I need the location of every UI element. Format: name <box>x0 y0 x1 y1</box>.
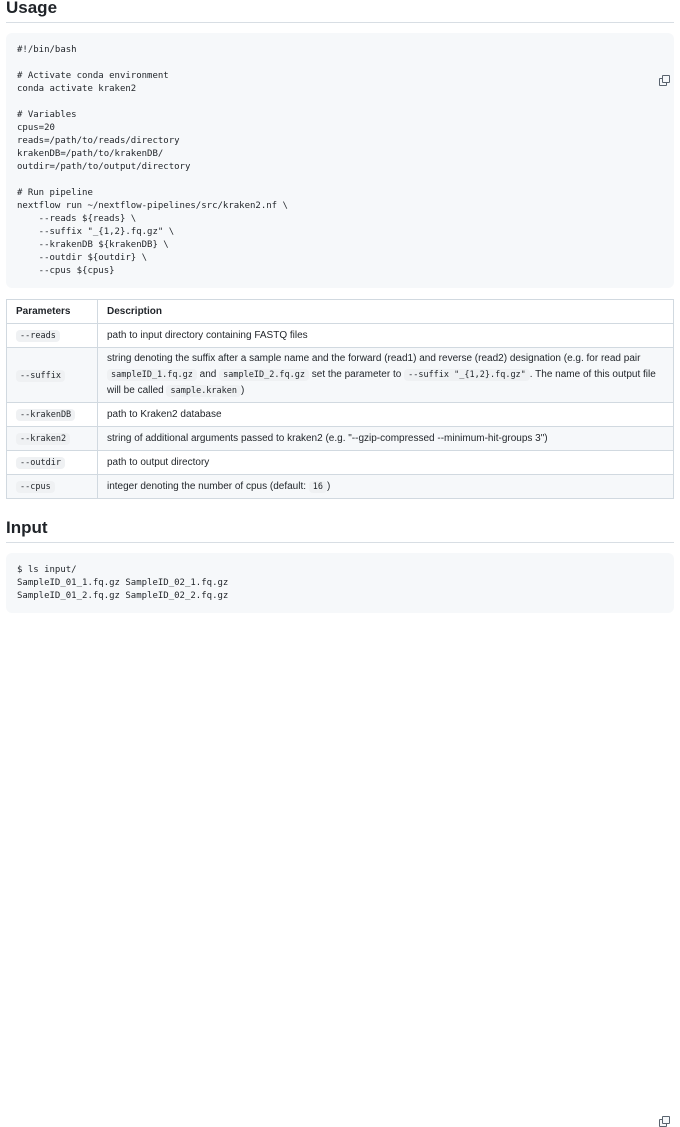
param-cell: --kraken2 <box>6 426 98 451</box>
inline-code: --suffix "_{1,2}.fq.gz" <box>404 369 530 381</box>
input-heading: Input <box>6 518 48 537</box>
input-code-block: $ ls input/ SampleID_01_1.fq.gz SampleID… <box>6 553 674 1127</box>
inline-code: 16 <box>308 481 328 493</box>
usage-heading: Usage <box>6 0 58 17</box>
copy-icon[interactable] <box>659 1116 670 1127</box>
table-row: --outdir path to output directory <box>6 450 674 475</box>
usage-code-block: #!/bin/bash # Activate conda environment… <box>6 33 674 288</box>
description-cell: path to Kraken2 database <box>97 402 674 427</box>
param-cell: --reads <box>6 323 98 348</box>
table-row: --suffix string denoting the suffix afte… <box>6 347 674 403</box>
table-row: --krakenDB path to Kraken2 database <box>6 402 674 427</box>
param-cell: --suffix <box>6 347 98 403</box>
parameters-header: Parameters <box>6 299 98 324</box>
description-cell: string of additional arguments passed to… <box>97 426 674 451</box>
desc-text: ) <box>327 481 331 492</box>
param-cell: --cpus <box>6 474 98 499</box>
input-code: $ ls input/ SampleID_01_1.fq.gz SampleID… <box>17 565 229 601</box>
inline-code: sampleID_1.fq.gz <box>107 369 197 381</box>
param-cell: --outdir <box>6 450 98 475</box>
parameters-table: Parameters Description --reads path to i… <box>6 299 674 499</box>
desc-text: set the parameter to <box>309 369 405 380</box>
param-code: --suffix <box>16 369 65 382</box>
table-row: --kraken2 string of additional arguments… <box>6 426 674 451</box>
param-code: --kraken2 <box>16 433 71 445</box>
usage-code: #!/bin/bash # Activate conda environment… <box>17 45 288 276</box>
copy-icon[interactable] <box>659 75 670 86</box>
param-code: --outdir <box>16 457 65 469</box>
description-cell: string denoting the suffix after a sampl… <box>97 347 674 403</box>
description-header: Description <box>97 299 674 324</box>
desc-text: string denoting the suffix after a sampl… <box>107 353 641 364</box>
inline-code: sample.kraken <box>166 385 242 397</box>
description-cell: path to input directory containing FASTQ… <box>97 323 674 348</box>
inline-code: sampleID_2.fq.gz <box>219 369 310 381</box>
table-row: --reads path to input directory containi… <box>6 323 674 348</box>
table-header-row: Parameters Description <box>6 299 674 324</box>
heading-divider <box>6 542 674 543</box>
table-row: --cpus integer denoting the number of cp… <box>6 474 674 499</box>
desc-text: integer denoting the number of cpus (def… <box>107 481 309 492</box>
description-cell: path to output directory <box>97 450 674 475</box>
desc-text: ) <box>241 385 245 396</box>
heading-divider <box>6 22 674 23</box>
param-code: --krakenDB <box>16 409 76 421</box>
param-cell: --krakenDB <box>6 402 98 427</box>
description-cell: integer denoting the number of cpus (def… <box>97 474 674 499</box>
param-code: --reads <box>16 330 60 342</box>
desc-text: and <box>196 369 220 380</box>
param-code: --cpus <box>16 481 55 493</box>
